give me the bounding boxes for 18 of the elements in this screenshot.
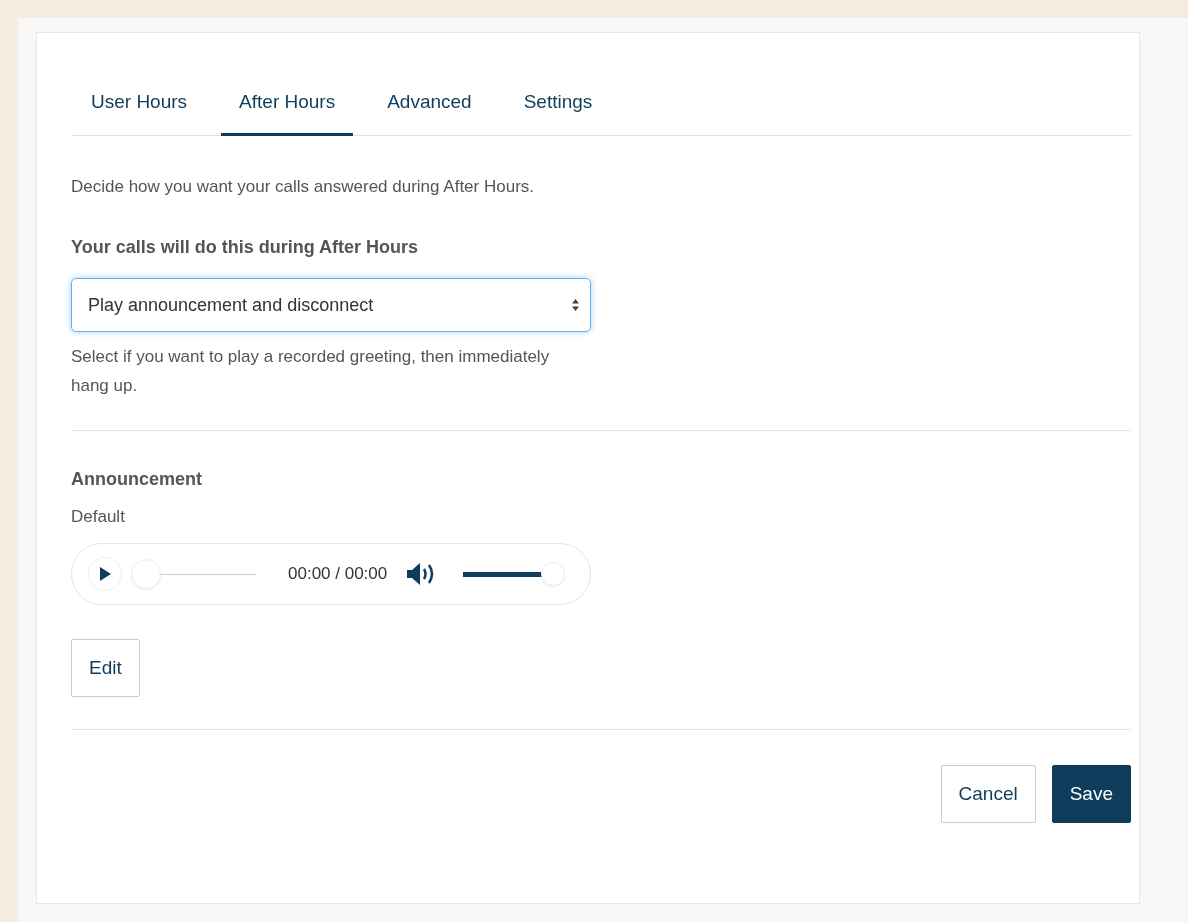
field-label: Your calls will do this during After Hours	[71, 237, 420, 258]
tab[interactable]: Settings	[505, 33, 611, 136]
sort-icon	[571, 298, 580, 312]
help-text: Select if you want to play a recorded greeting, then immediately hang up.	[71, 346, 551, 397]
volume-thumb[interactable]	[541, 562, 566, 586]
announcement-name: Default	[71, 506, 126, 528]
intro-text: Decide how you want your calls answered during After Hours.	[71, 176, 535, 198]
play-icon	[99, 567, 111, 581]
save-button[interactable]: Save	[1051, 765, 1131, 823]
tab[interactable]: After Hours	[221, 33, 354, 136]
tab[interactable]: Advanced	[369, 33, 490, 136]
section-heading: Announcement	[71, 469, 203, 490]
tab[interactable]: User Hours	[73, 33, 206, 136]
time-display: 00:00 / 00:00	[288, 564, 388, 584]
progress-thumb[interactable]	[131, 559, 161, 589]
select-field[interactable]: Play announcement and disconnect	[71, 278, 591, 332]
edit-button[interactable]: Edit	[71, 639, 140, 697]
cancel-button[interactable]: Cancel	[940, 765, 1036, 823]
